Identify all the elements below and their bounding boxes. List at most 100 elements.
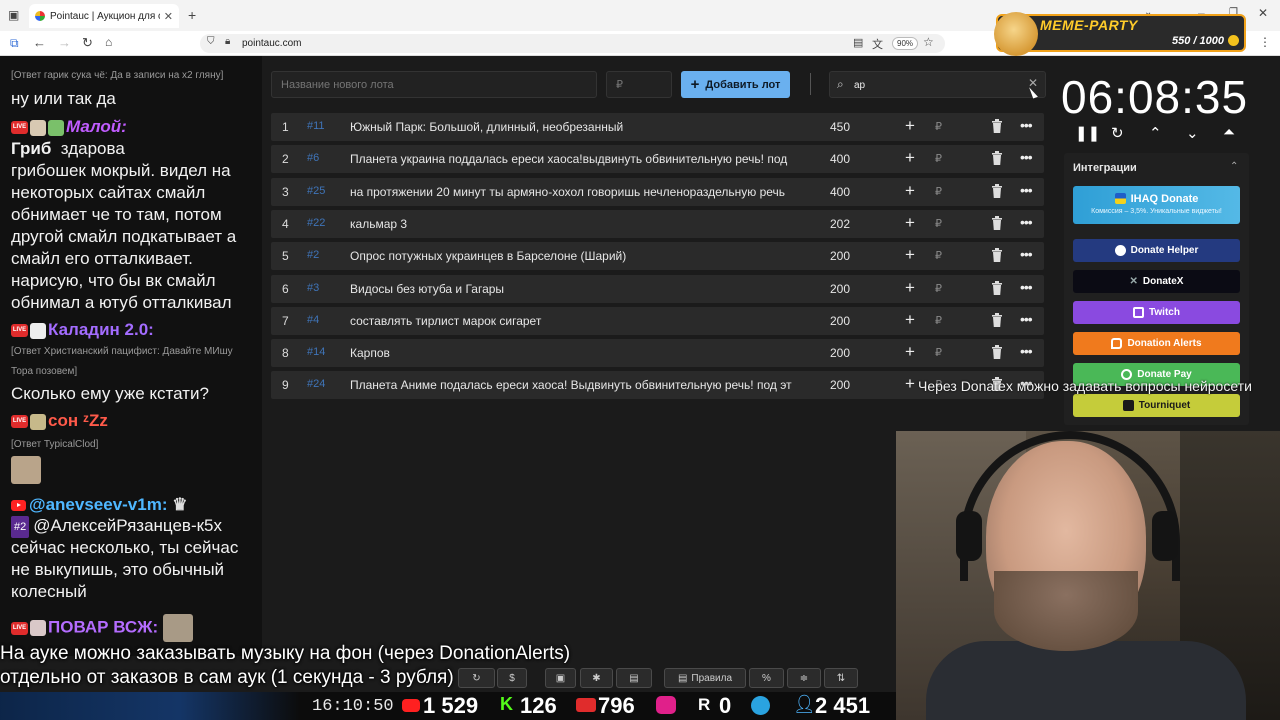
add-lot-button[interactable]: + Добавить лот xyxy=(681,71,790,98)
lot-amount[interactable]: 400 xyxy=(830,185,850,199)
lot-name[interactable]: Южный Парк: Большой, длинный, необрезанн… xyxy=(350,120,802,134)
lot-id[interactable]: #22 xyxy=(307,217,325,229)
lot-row[interactable]: 6 #3 Видосы без ютуба и Гагары 200 + ₽ ••• xyxy=(271,274,1044,303)
refresh-tool-button[interactable]: ↻ xyxy=(458,668,495,688)
add-amount-icon[interactable]: + xyxy=(905,278,915,298)
save-tool-button[interactable]: ▣ xyxy=(545,668,576,688)
donation-alerts-button[interactable]: Donation Alerts xyxy=(1073,332,1240,355)
lot-id[interactable]: #24 xyxy=(307,378,325,390)
donate-helper-button[interactable]: Donate Helper xyxy=(1073,239,1240,262)
lot-name[interactable]: кальмар 3 xyxy=(350,217,802,231)
chevron-up-icon[interactable]: ⌃ xyxy=(1149,124,1162,142)
tab-list-icon[interactable]: ▣ xyxy=(8,8,19,22)
chevron-down-icon[interactable]: ⌄ xyxy=(1186,124,1199,142)
ruble-icon[interactable]: ₽ xyxy=(935,120,942,133)
lot-amount[interactable]: 200 xyxy=(830,249,850,263)
new-tab-icon[interactable]: + xyxy=(188,7,196,23)
rules-button[interactable]: ▤ Правила xyxy=(664,668,746,688)
pause-icon[interactable]: ❚❚ xyxy=(1075,124,1100,142)
lot-id[interactable]: #25 xyxy=(307,185,325,197)
ruble-icon[interactable]: ₽ xyxy=(935,249,942,262)
reset-icon[interactable]: ↻ xyxy=(1111,124,1124,142)
more-options-icon[interactable]: ••• xyxy=(1020,246,1033,262)
currency-tool-button[interactable]: $ xyxy=(497,668,527,688)
ruble-icon[interactable]: ₽ xyxy=(935,282,942,295)
close-window-icon[interactable]: ✕ xyxy=(1258,6,1268,20)
bookmark-star-icon[interactable]: ☆ xyxy=(923,35,934,49)
lot-id[interactable]: #6 xyxy=(307,152,319,164)
lot-row[interactable]: 1 #11 Южный Парк: Большой, длинный, необре… xyxy=(271,113,1044,141)
add-amount-icon[interactable]: + xyxy=(905,245,915,265)
double-chevron-up-icon[interactable]: ⏶ xyxy=(1223,124,1235,141)
ruble-icon[interactable]: ₽ xyxy=(935,217,942,230)
back-icon[interactable]: ← xyxy=(33,35,46,50)
trash-icon[interactable] xyxy=(991,312,1003,327)
lot-amount[interactable]: 450 xyxy=(830,120,850,134)
lot-row[interactable]: 2 #6 Планета украина поддалась ереси хаоса… xyxy=(271,145,1044,174)
twitch-button[interactable]: Twitch xyxy=(1073,301,1240,324)
lot-name[interactable]: на протяжении 20 минут ты армяно-хохол г… xyxy=(350,185,802,199)
lot-id[interactable]: #11 xyxy=(307,120,325,132)
lot-name-input[interactable] xyxy=(271,71,597,98)
more-options-icon[interactable]: ••• xyxy=(1020,149,1033,165)
lot-id[interactable]: #2 xyxy=(307,249,319,261)
forward-icon[interactable]: → xyxy=(58,35,71,50)
trash-icon[interactable] xyxy=(991,215,1003,230)
add-amount-icon[interactable]: + xyxy=(905,116,915,136)
add-amount-icon[interactable]: + xyxy=(905,181,915,201)
add-amount-icon[interactable]: + xyxy=(905,213,915,233)
lot-row[interactable]: 7 #4 составлять тирлист марок сигарет 200 + ₽… xyxy=(271,306,1044,335)
menu-icon[interactable]: ⋮ xyxy=(1259,35,1271,49)
percent-tool-button[interactable]: % xyxy=(749,668,784,688)
zoom-level[interactable]: 90% xyxy=(892,37,919,50)
more-options-icon[interactable]: ••• xyxy=(1020,279,1033,295)
add-amount-icon[interactable]: + xyxy=(905,374,915,394)
lot-amount[interactable]: 400 xyxy=(830,152,850,166)
close-tab-icon[interactable]: ✕ xyxy=(164,10,173,23)
lot-search[interactable]: ⌕ ✕ xyxy=(829,71,1046,98)
trash-icon[interactable] xyxy=(991,183,1003,198)
lot-row[interactable]: 8 #14 Карпов 200 + ₽ ••• xyxy=(271,339,1044,368)
trash-icon[interactable] xyxy=(991,119,1003,133)
lot-amount[interactable]: 202 xyxy=(830,217,850,231)
translate-icon[interactable]: 文 xyxy=(872,36,883,52)
split-tool-button[interactable]: ≑ xyxy=(787,668,821,688)
lot-amount[interactable]: 200 xyxy=(830,346,850,360)
lot-name[interactable]: Карпов xyxy=(350,346,802,360)
url-field[interactable]: pointauc.com xyxy=(200,34,945,53)
bug-tool-button[interactable]: ✱ xyxy=(580,668,613,688)
lot-name[interactable]: Планета Аниме подалась ереси хаоса! Выдв… xyxy=(350,378,802,392)
ruble-icon[interactable]: ₽ xyxy=(935,346,942,359)
lot-id[interactable]: #4 xyxy=(307,314,319,326)
lot-name[interactable]: Планета украина поддалась ереси хаоса!вы… xyxy=(350,152,802,166)
add-amount-icon[interactable]: + xyxy=(905,148,915,168)
lot-amount[interactable]: 200 xyxy=(830,314,850,328)
lot-id[interactable]: #3 xyxy=(307,282,319,294)
ruble-icon[interactable]: ₽ xyxy=(935,314,942,327)
reader-icon[interactable]: ▤ xyxy=(853,36,863,49)
donatex-button[interactable]: ✕ DonateX xyxy=(1073,270,1240,293)
trash-icon[interactable] xyxy=(991,280,1003,295)
ihaq-donate-button[interactable]: IHAQ Donate xyxy=(1073,186,1240,224)
trash-icon[interactable] xyxy=(991,345,1003,360)
lot-amount[interactable]: 200 xyxy=(830,378,850,392)
lot-row[interactable]: 3 #25 на протяжении 20 минут ты армяно-хох… xyxy=(271,177,1044,206)
more-options-icon[interactable]: ••• xyxy=(1020,311,1033,327)
more-options-icon[interactable]: ••• xyxy=(1020,117,1033,133)
shield-icon[interactable]: ⛉ xyxy=(207,36,215,47)
lot-name[interactable]: составлять тирлист марок сигарет xyxy=(350,314,802,328)
trash-icon[interactable] xyxy=(991,248,1003,263)
lock-icon[interactable]: 🔒︎ xyxy=(225,36,230,47)
home-icon[interactable]: ⌂ xyxy=(105,35,112,49)
add-amount-icon[interactable]: + xyxy=(905,342,915,362)
sidebar-icon[interactable]: ⧉ xyxy=(10,36,19,51)
sort-tool-button[interactable]: ⇅ xyxy=(824,668,858,688)
lot-amount-input[interactable] xyxy=(606,71,672,98)
trash-icon[interactable] xyxy=(991,151,1003,166)
more-options-icon[interactable]: ••• xyxy=(1020,214,1033,230)
collapse-icon[interactable]: ⌃ xyxy=(1230,161,1238,172)
browser-tab[interactable]: Pointauc | Аукцион для стрима ✕ xyxy=(29,4,179,28)
tourniquet-button[interactable]: Tourniquet xyxy=(1073,394,1240,417)
lot-row[interactable]: 5 #2 Опрос потужных украинцев в Барселоне … xyxy=(271,242,1044,271)
reload-icon[interactable]: ↻ xyxy=(82,35,93,51)
